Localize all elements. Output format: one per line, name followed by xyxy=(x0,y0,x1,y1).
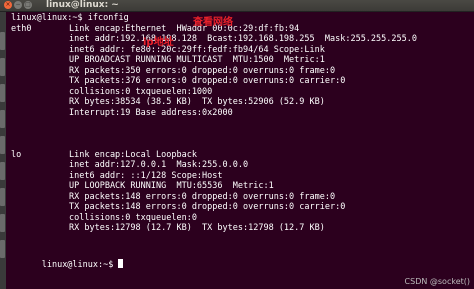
output-line: UP LOOPBACK RUNNING MTU:65536 Metric:1 xyxy=(69,181,274,191)
terminal-window: × − □ linux@linux: ~ linux@linux:~$ ifco… xyxy=(0,0,474,289)
output-line: Link encap:Ethernet HWaddr 00:0c:29:df:f… xyxy=(69,23,300,34)
output-line: RX packets:350 errors:0 dropped:0 overru… xyxy=(69,65,336,76)
output-line: Link encap:Local Loopback xyxy=(69,149,197,160)
window-controls: × − □ xyxy=(4,1,32,9)
launcher-app-icon[interactable] xyxy=(0,240,5,258)
launcher-app-icon[interactable] xyxy=(0,84,5,102)
close-icon[interactable]: × xyxy=(4,1,12,9)
launcher-app-icon[interactable] xyxy=(0,188,5,206)
launcher-app-icon[interactable] xyxy=(0,214,5,232)
output-line: inet6 addr: ::1/128 Scope:Host xyxy=(69,170,223,181)
output-line: Interrupt:19 Base address:0x2000 xyxy=(69,107,233,118)
text-cursor xyxy=(118,259,124,268)
output-line: RX bytes:12798 (12.7 KB) TX bytes:12798 … xyxy=(69,223,325,233)
title-bar[interactable]: × − □ linux@linux: ~ xyxy=(0,0,474,12)
command-prompt-line: linux@linux:~$ xyxy=(11,249,124,270)
launcher-app-icon[interactable] xyxy=(0,58,5,76)
output-line: UP BROADCAST RUNNING MULTICAST MTU:1500 … xyxy=(69,55,325,65)
interface-name-lo: lo xyxy=(11,149,22,160)
terminal-output[interactable]: linux@linux:~$ ifconfig eth0 Link encap:… xyxy=(11,13,474,289)
output-line: RX packets:148 errors:0 dropped:0 overru… xyxy=(69,191,336,202)
output-line: inet6 addr: fe80::20c:29ff:fedf:fb94/64 … xyxy=(69,44,325,55)
minimize-icon[interactable]: − xyxy=(14,1,22,9)
launcher-app-icon[interactable] xyxy=(0,110,5,128)
output-line: collisions:0 txqueuelen:1000 xyxy=(69,86,213,97)
output-line: TX packets:376 errors:0 dropped:0 overru… xyxy=(69,76,346,86)
maximize-icon[interactable]: □ xyxy=(24,1,32,9)
annotation-check-network: 查看网络 xyxy=(193,17,233,28)
output-line: inet addr:127.0.0.1 Mask:255.0.0.0 xyxy=(69,160,249,170)
launcher-app-icon[interactable] xyxy=(0,32,5,50)
annotation-ip-address: ip地址 xyxy=(143,37,174,48)
output-line: TX packets:148 errors:0 dropped:0 overru… xyxy=(69,202,346,212)
output-line: RX bytes:38534 (38.5 KB) TX bytes:52906 … xyxy=(69,97,325,107)
launcher-app-icon[interactable] xyxy=(0,162,5,180)
command-prompt-line: linux@linux:~$ ifconfig xyxy=(11,13,129,23)
interface-name-eth0: eth0 xyxy=(11,23,32,34)
window-title: linux@linux: ~ xyxy=(46,0,119,10)
prompt-text: linux@linux:~$ xyxy=(41,260,119,270)
launcher-bar xyxy=(0,12,6,289)
output-line: inet addr:192.168.198.128 Bcast:192.168.… xyxy=(69,34,417,44)
output-line: collisions:0 txqueuelen:0 xyxy=(69,212,197,223)
launcher-app-icon[interactable] xyxy=(0,136,5,154)
watermark: CSDN @socket() xyxy=(404,277,470,286)
